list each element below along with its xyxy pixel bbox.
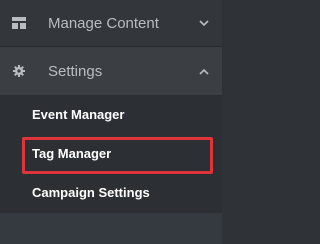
sidebar-section-label: Settings — [48, 62, 103, 80]
sidebar-nav: Manage Content Settings Event Manager Ta… — [0, 0, 222, 244]
content-grid-icon — [12, 16, 26, 30]
highlight-annotation-box — [22, 137, 213, 174]
sidebar-section-settings[interactable]: Settings — [0, 47, 222, 95]
gear-icon — [12, 64, 26, 78]
sidebar-section-manage-content[interactable]: Manage Content — [0, 0, 222, 47]
chevron-down-icon — [198, 17, 210, 29]
submenu-item-event-manager[interactable]: Event Manager — [0, 95, 222, 134]
sidebar-footer-area — [0, 213, 222, 244]
chevron-up-icon — [198, 65, 210, 77]
sidebar-section-label: Manage Content — [48, 14, 159, 32]
submenu-item-label: Event Manager — [32, 107, 125, 122]
submenu-item-campaign-settings[interactable]: Campaign Settings — [0, 173, 222, 212]
submenu-item-label: Campaign Settings — [32, 185, 150, 200]
